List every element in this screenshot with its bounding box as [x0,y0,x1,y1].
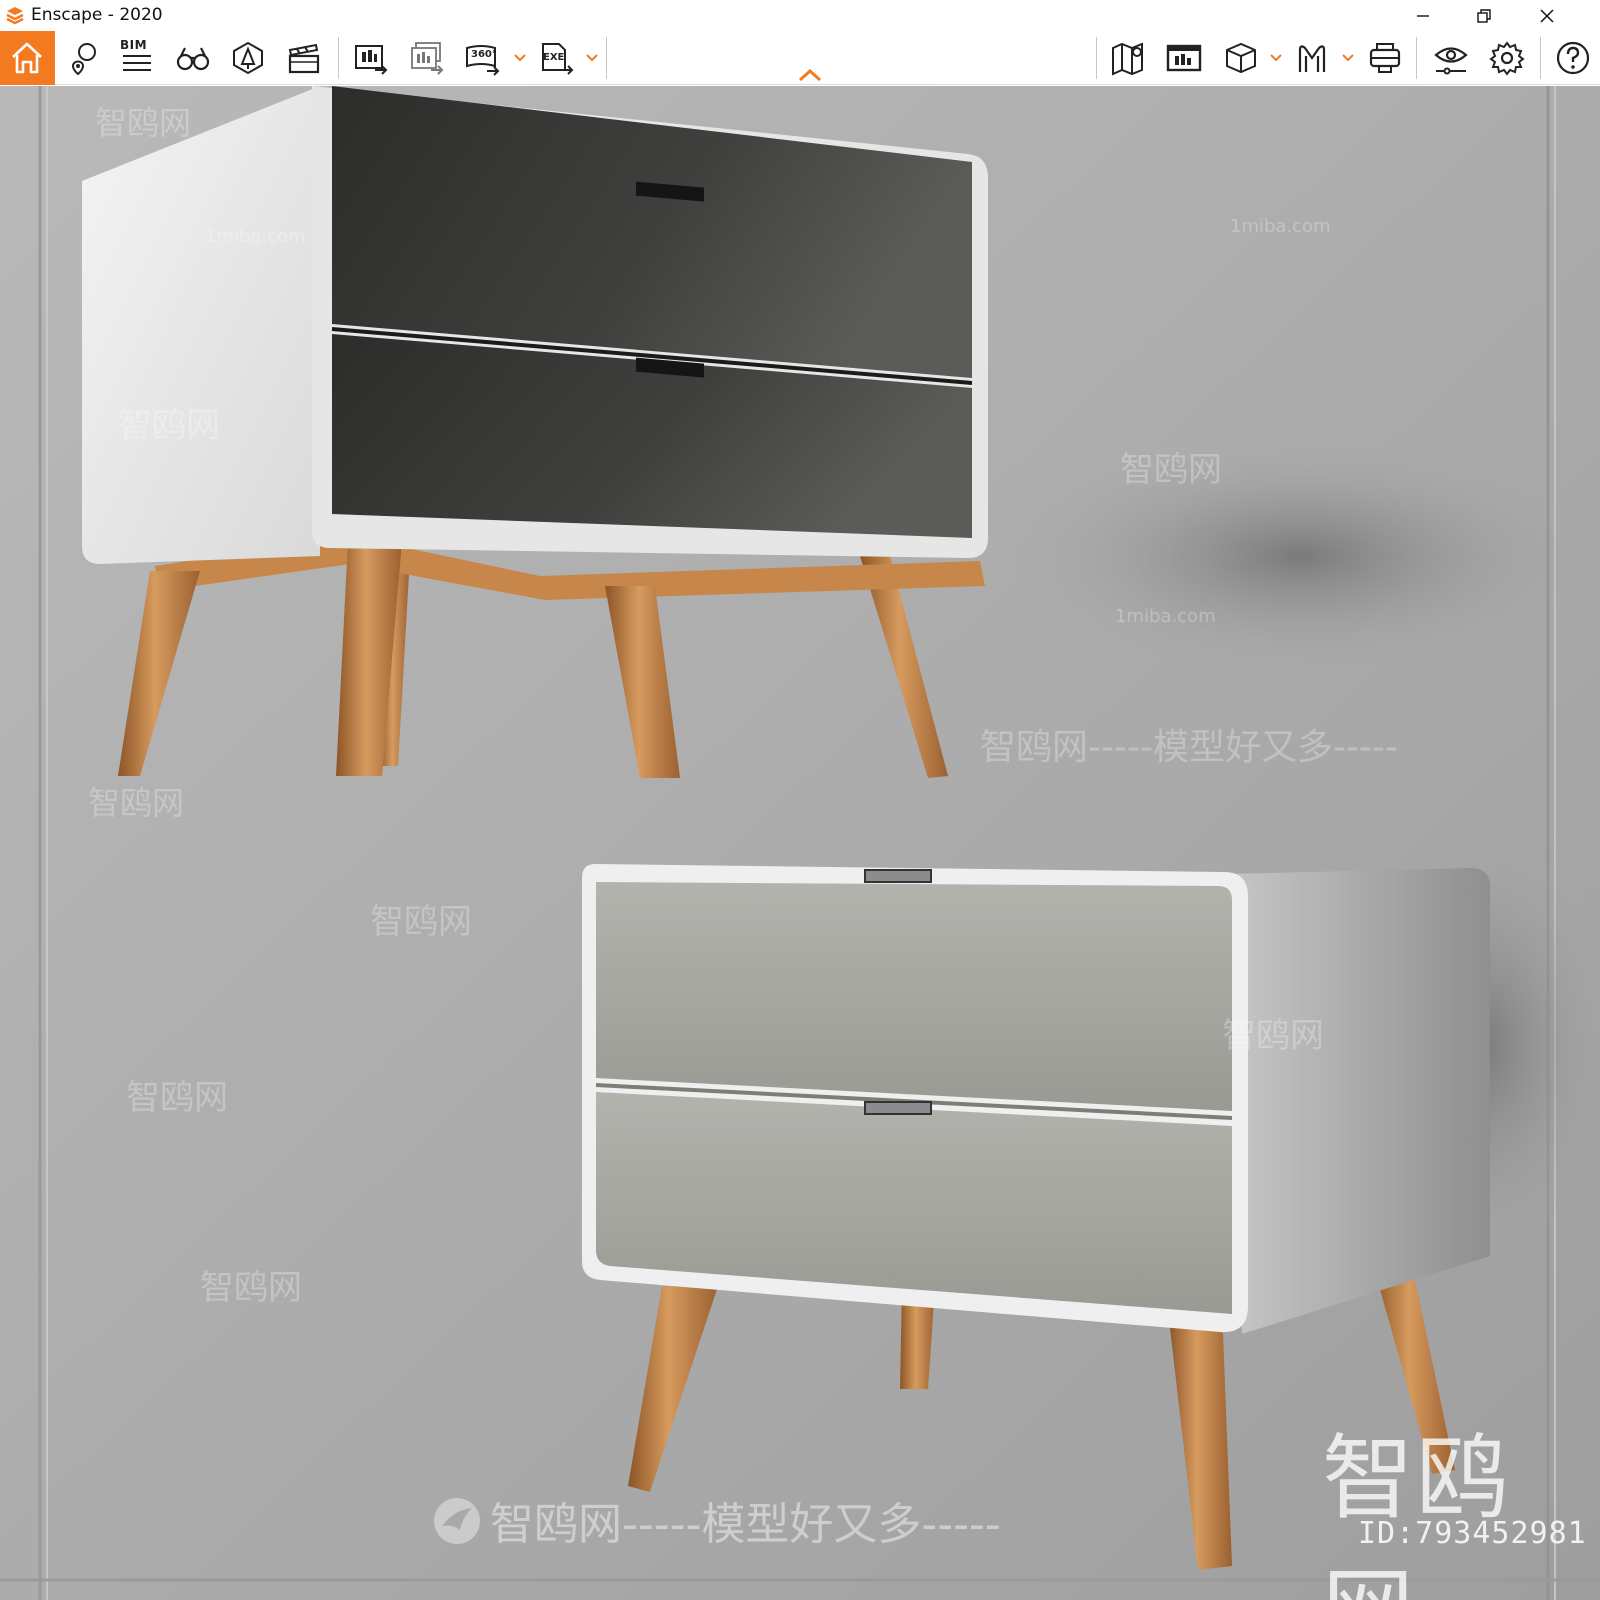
chevron-down-icon[interactable] [1269,53,1283,63]
watermark: 智鸥网 [370,902,472,942]
watermark-slogan: 智鸥网-----模型好又多----- [490,1499,1001,1550]
close-icon [1540,9,1554,23]
screenshot-export-button[interactable] [348,35,394,81]
toolbar-separator [1416,37,1417,79]
watermark: 1miba.com [1230,216,1331,237]
help-icon [1556,41,1590,75]
visual-settings-button[interactable] [1428,35,1474,81]
toolbar-separator [606,37,607,79]
views-button[interactable] [60,35,106,81]
watermark: 智鸥网 [88,784,185,822]
capture-icon [1369,43,1401,73]
toolbar-separator [1096,37,1097,79]
chevron-down-icon[interactable] [1341,53,1355,63]
chevron-down-icon[interactable] [585,53,599,63]
visual-settings-icon [1434,47,1468,75]
settings-icon [1489,41,1525,76]
asset-library-icon [233,41,263,75]
watermark: 智鸥网-----模型好又多----- [980,727,1398,768]
help-button[interactable] [1550,35,1596,81]
enscape-logo-icon [6,7,24,25]
model-id-watermark: ID:793452981 [1358,1516,1587,1551]
vr-headset-button[interactable] [1289,35,1335,81]
toolbar-separator [1540,37,1541,79]
binoculars-button[interactable] [170,35,216,81]
toolbar: BIM 360° EXE [0,31,1600,85]
watermark: 智鸥网 [126,1078,228,1118]
object-mode-button[interactable] [1218,35,1264,81]
batch-render-button[interactable] [404,35,450,81]
close-button[interactable] [1537,0,1583,31]
minimize-button[interactable] [1413,0,1459,31]
bim-icon [123,55,151,71]
collapse-toolbar-icon[interactable] [798,68,822,82]
asset-library-button[interactable] [225,35,271,81]
title-bar: Enscape - 2020 [0,0,1600,31]
video-editor-icon [288,43,320,74]
window-title: Enscape - 2020 [31,5,163,25]
watermark: 1miba.com [205,226,306,247]
object-mode-icon [1226,42,1256,74]
video-editor-button[interactable] [281,35,327,81]
capture-button[interactable] [1362,35,1408,81]
map-button[interactable] [1105,35,1151,81]
vr-headset-icon [1298,45,1326,72]
restore-button[interactable] [1474,0,1520,31]
nightstand-render [0,86,1600,1600]
toolbar-separator [338,37,339,79]
360-panorama-button[interactable]: 360° [460,35,506,81]
chevron-down-icon[interactable] [513,53,527,63]
exe-label: EXE [543,52,565,63]
watermark: 智鸥网 [1120,450,1222,490]
watermark: 智鸥网 [200,1268,302,1308]
brand-watermark: 智鸥网 [1322,1425,1511,1600]
watermark: 智鸥网 [95,104,192,142]
panorama-label: 360° [471,49,497,60]
settings-button[interactable] [1484,35,1530,81]
render-viewport[interactable]: 智鸥网 1miba.com 1miba.com 智鸥网 智鸥网 1miba.co… [0,86,1600,1600]
watermark-bird-icon [434,1498,480,1544]
batch-render-icon [411,42,444,75]
minimap-icon [1166,44,1202,72]
home-icon [12,42,42,74]
exe-export-button[interactable]: EXE [534,35,580,81]
binoculars-icon [176,47,210,71]
watermark: 1miba.com [1115,606,1216,627]
map-icon [1112,42,1143,76]
bim-button[interactable]: BIM [114,35,160,81]
home-button[interactable] [0,31,55,85]
restore-icon [1477,9,1491,23]
watermark: 智鸥网 [118,406,220,446]
screenshot-export-icon [355,45,388,75]
minimap-button[interactable] [1161,35,1207,81]
minimize-icon [1417,15,1429,17]
watermark: 智鸥网 [1222,1016,1324,1056]
views-icon [71,43,96,76]
